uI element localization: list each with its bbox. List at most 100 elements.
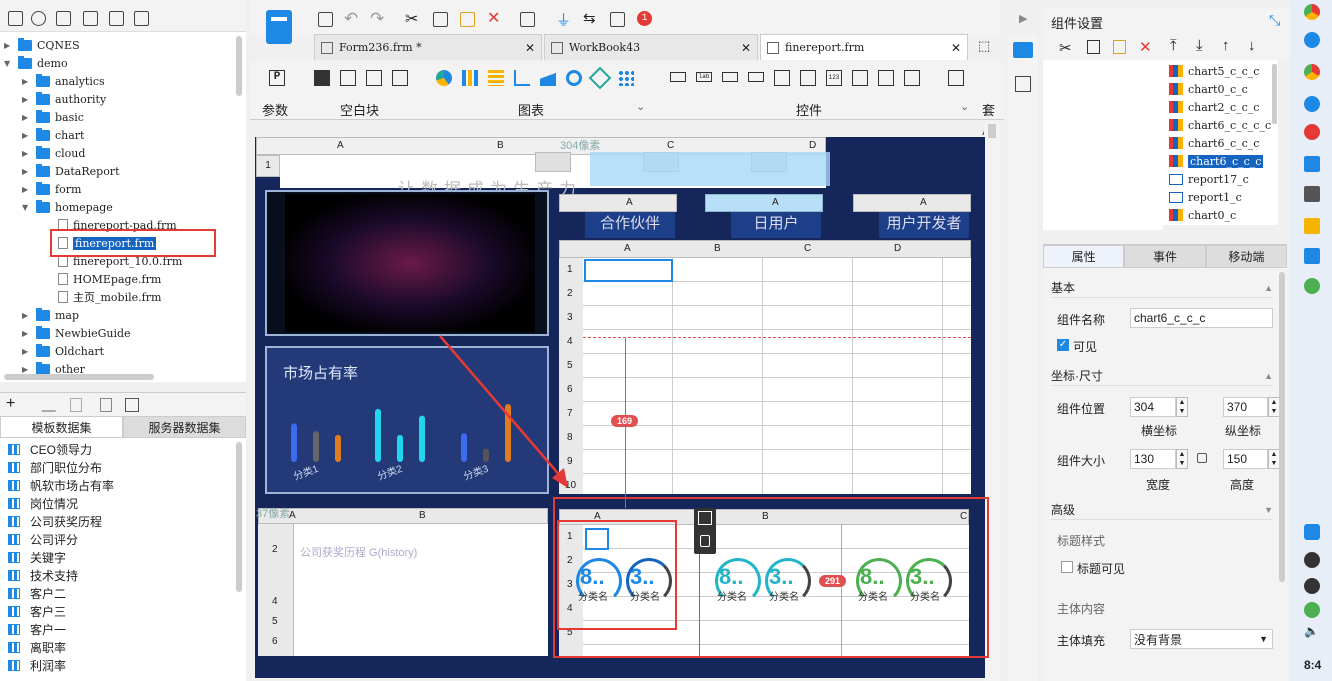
monitor-icon[interactable] bbox=[1304, 186, 1320, 202]
app-icon[interactable] bbox=[1304, 248, 1320, 264]
tree-item[interactable]: ▶ map bbox=[22, 306, 79, 324]
area-chart-icon[interactable] bbox=[540, 70, 556, 86]
tree-item[interactable]: ▶ chart bbox=[22, 126, 84, 144]
collapse-icon[interactable]: ▼ bbox=[1264, 505, 1273, 515]
combo-widget-icon[interactable] bbox=[748, 72, 764, 82]
lock-ratio-icon[interactable] bbox=[1197, 453, 1207, 463]
checkbox-widget-icon[interactable] bbox=[904, 70, 920, 86]
component-item[interactable]: report1_c bbox=[1169, 188, 1242, 206]
scatter-chart-icon[interactable] bbox=[618, 70, 634, 86]
tree-item[interactable]: ▶ DataReport bbox=[22, 162, 120, 180]
dataset-item[interactable]: 客户三 bbox=[8, 602, 66, 620]
volume-icon[interactable]: 🔈 bbox=[1304, 624, 1319, 638]
wechat-icon[interactable] bbox=[1304, 602, 1320, 618]
pie-chart-icon[interactable] bbox=[436, 70, 452, 86]
close-icon[interactable]: ✕ bbox=[951, 41, 961, 55]
number-widget-icon[interactable]: 123 bbox=[826, 70, 842, 86]
add-icon[interactable]: + bbox=[6, 395, 15, 413]
paste-icon[interactable] bbox=[460, 12, 475, 27]
tray-icon[interactable] bbox=[1304, 552, 1320, 568]
chevron-right-icon[interactable]: ▶ bbox=[22, 77, 32, 86]
history-report[interactable]: 2 4 5 6 公司获奖历程 G(history) bbox=[258, 524, 548, 656]
delete-icon[interactable]: ✕ bbox=[487, 8, 500, 28]
spinner[interactable]: ▲ ▼ bbox=[1176, 449, 1188, 469]
delete-icon[interactable] bbox=[70, 398, 82, 412]
chevron-right-icon[interactable]: ▶ bbox=[22, 95, 32, 104]
title-visible-checkbox[interactable] bbox=[1061, 561, 1073, 573]
chevron-right-icon[interactable]: ▶ bbox=[22, 113, 32, 122]
position-y-input[interactable]: 370 bbox=[1223, 397, 1268, 417]
tab-mobile[interactable]: 移动端 bbox=[1205, 245, 1287, 268]
folder-icon[interactable] bbox=[1304, 218, 1320, 234]
text-widget-icon[interactable] bbox=[722, 72, 738, 82]
component-settings-icon[interactable] bbox=[1013, 42, 1033, 58]
open-icon[interactable] bbox=[56, 11, 71, 26]
tree-item[interactable]: ▶ authority bbox=[22, 90, 106, 108]
component-item[interactable]: chart6_c_c_c bbox=[1169, 134, 1259, 152]
file-tab[interactable]: Form236.frm * ✕ bbox=[314, 34, 542, 60]
collapse-icon[interactable]: ▲ bbox=[1264, 371, 1273, 381]
tree-hscroll[interactable] bbox=[0, 374, 246, 382]
radio-widget-icon[interactable] bbox=[878, 70, 894, 86]
collapse-icon[interactable]: ▲ bbox=[1264, 283, 1273, 293]
app-icon[interactable] bbox=[1304, 124, 1320, 140]
tree-scrollbar[interactable] bbox=[236, 36, 242, 96]
component-item[interactable]: chart2_c_c_c bbox=[1169, 98, 1259, 116]
edit-icon[interactable] bbox=[41, 398, 61, 412]
absolute-block-icon[interactable] bbox=[314, 70, 330, 86]
gauge-chart-icon[interactable] bbox=[566, 70, 582, 86]
chevron-down-icon[interactable]: ▼ bbox=[1259, 634, 1268, 644]
tree-item[interactable]: ▼ homepage bbox=[22, 198, 113, 216]
plugin-icon[interactable]: ⏚ bbox=[556, 9, 571, 30]
chevron-right-icon[interactable]: ▶ bbox=[22, 329, 32, 338]
component-item[interactable]: report17_c bbox=[1169, 170, 1249, 188]
hbar-chart-icon[interactable] bbox=[488, 70, 504, 86]
dataset-item[interactable]: 利润率 bbox=[8, 656, 66, 674]
tab-menu-icon[interactable]: ⬚ bbox=[978, 38, 990, 54]
section-coordinates[interactable]: 坐标·尺寸 ▲ bbox=[1051, 366, 1273, 386]
switch-icon[interactable]: ⇆ bbox=[583, 9, 596, 27]
tree-item[interactable]: ▶ Oldchart bbox=[22, 342, 104, 360]
position-x-input[interactable]: 304 bbox=[1130, 397, 1176, 417]
copy-icon[interactable] bbox=[433, 12, 448, 27]
chevron-right-icon[interactable]: ▶ bbox=[4, 41, 14, 50]
dataset-settings-icon[interactable] bbox=[125, 398, 139, 412]
component-item[interactable]: chart0_c bbox=[1169, 206, 1236, 224]
width-input[interactable]: 130 bbox=[1130, 449, 1176, 469]
copy-icon[interactable] bbox=[1087, 40, 1100, 54]
move-bottom-icon[interactable]: ⤓ bbox=[1196, 37, 1203, 54]
dataset-item[interactable]: 部门职位分布 bbox=[8, 458, 102, 476]
textarea-widget-icon[interactable] bbox=[852, 70, 868, 86]
settings-icon[interactable] bbox=[83, 11, 98, 26]
component-item[interactable]: chart6_c_c_c_c bbox=[1169, 116, 1271, 134]
tab-block-icon[interactable] bbox=[340, 70, 356, 86]
calendar-widget-icon[interactable] bbox=[800, 70, 816, 86]
template-logo-icon[interactable] bbox=[266, 10, 292, 44]
tab-attributes[interactable]: 属性 bbox=[1043, 245, 1125, 268]
tree-item[interactable]: ▼ demo bbox=[4, 54, 68, 72]
dataset-item[interactable]: 岗位情况 bbox=[8, 494, 78, 512]
dataset-item[interactable]: 公司获奖历程 bbox=[8, 512, 102, 530]
dataset-item[interactable]: 客户二 bbox=[8, 584, 66, 602]
file-tab-active[interactable]: finereport.frm ✕ bbox=[760, 34, 968, 60]
tree-item[interactable]: ▶ form bbox=[22, 180, 81, 198]
component-item[interactable]: chart0_c_c bbox=[1169, 80, 1248, 98]
file-tab[interactable]: WorkBook43 ✕ bbox=[544, 34, 758, 60]
search-icon[interactable] bbox=[610, 12, 625, 27]
height-input[interactable]: 150 bbox=[1223, 449, 1268, 469]
refresh-icon[interactable] bbox=[31, 11, 46, 26]
visible-checkbox[interactable]: ✓ bbox=[1057, 339, 1069, 351]
spinner[interactable]: ▲ ▼ bbox=[1176, 397, 1188, 417]
chevron-right-icon[interactable]: ▶ bbox=[22, 311, 32, 320]
tree-item[interactable]: ▶ cloud bbox=[22, 144, 85, 162]
component-name-input[interactable]: chart6_c_c_c bbox=[1130, 308, 1273, 328]
cut-icon[interactable]: ✂ bbox=[1059, 39, 1072, 57]
tray-icon[interactable] bbox=[1304, 578, 1320, 594]
chevron-right-icon[interactable]: ▶ bbox=[22, 167, 32, 176]
close-icon[interactable]: ✕ bbox=[741, 41, 751, 55]
bar-chart-icon[interactable] bbox=[462, 70, 478, 86]
radar-chart-icon[interactable] bbox=[588, 66, 612, 90]
cut-icon[interactable]: ✂ bbox=[405, 9, 418, 29]
ie-icon[interactable] bbox=[1304, 96, 1320, 112]
chevron-down-icon[interactable]: ⌄ bbox=[960, 100, 969, 113]
